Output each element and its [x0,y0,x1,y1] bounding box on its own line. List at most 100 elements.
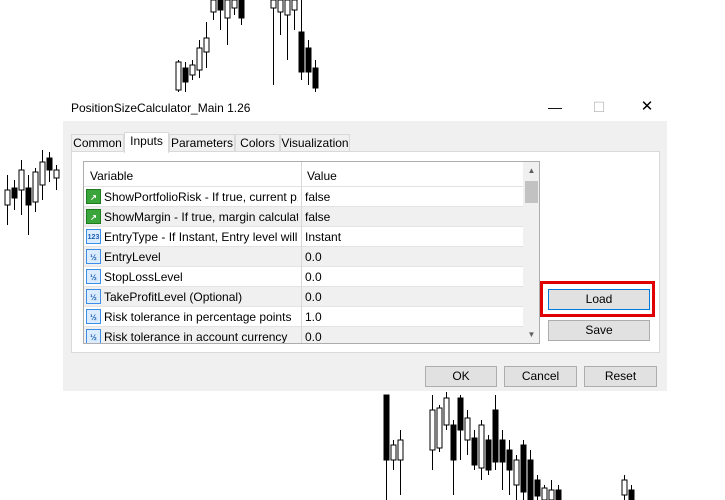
candle-body [485,439,492,471]
candle-body [429,409,436,451]
input-parameters-dialog: PositionSizeCalculator_Main 1.26 — ☐ ✕ C… [62,92,668,392]
candle-body [312,67,319,89]
grid-header: Variable Value [84,162,523,186]
variable-name: EntryLevel [104,250,161,264]
reset-button[interactable]: Reset [584,366,657,387]
variable-name: Risk tolerance in percentage points [104,310,292,324]
candle-body [305,47,312,73]
close-icon[interactable]: ✕ [633,97,661,117]
variable-value[interactable]: Instant [305,230,341,244]
variable-value[interactable]: false [305,190,330,204]
candle-body [478,424,485,469]
candle-body [11,187,18,199]
candle-body [182,67,189,83]
inputs-panel: Variable Value ↗ ShowPortfolioRisk - If … [71,151,660,353]
variable-value[interactable]: 0.0 [305,250,322,264]
tab-colors[interactable]: Colors [235,134,280,152]
candle-body [203,37,210,53]
candle-body [224,0,231,19]
candle-body [464,417,471,441]
variable-value[interactable]: false [305,210,330,224]
load-button-highlight [540,281,655,317]
table-row[interactable]: ½ Risk tolerance in percentage points 1.… [84,306,523,326]
candle-body [217,0,224,11]
candle-body [210,0,217,13]
variable-name: EntryType - If Instant, Entry level will… [104,230,298,244]
scroll-down-icon[interactable]: ▼ [523,326,539,343]
variable-value[interactable]: 1.0 [305,310,322,324]
candle-body [238,0,245,19]
scrollbar-thumb[interactable] [525,181,538,203]
candle-body [397,439,404,461]
table-row[interactable]: ½ Risk tolerance in account currency 0.0 [84,326,523,344]
double-icon: ½ [86,289,101,304]
candle-body [457,397,464,431]
candle-body [298,31,305,73]
candle-body [270,0,277,9]
column-header-value[interactable]: Value [307,169,337,183]
candle-body [284,0,291,16]
table-row[interactable]: ½ TakeProfitLevel (Optional) 0.0 [84,286,523,306]
table-row[interactable]: ↗ ShowMargin - If true, margin calculati… [84,206,523,226]
table-row[interactable]: ½ StopLossLevel 0.0 [84,266,523,286]
inputs-grid[interactable]: Variable Value ↗ ShowPortfolioRisk - If … [83,161,540,344]
candle-body [39,161,46,186]
bool-icon: ↗ [86,189,101,204]
candle-body [175,61,182,91]
tab-inputs[interactable]: Inputs [124,132,169,153]
candle-body [390,444,397,461]
candle-body [621,479,628,496]
table-row[interactable]: ½ EntryLevel 0.0 [84,246,523,266]
candle-body [520,444,527,493]
vertical-scrollbar[interactable]: ▲ ▼ [523,162,539,343]
candle-body [18,169,25,191]
save-button[interactable]: Save [548,320,650,341]
candle-body [196,47,203,71]
variable-name: Risk tolerance in account currency [104,330,288,344]
candle-body [231,0,238,9]
title-bar[interactable]: PositionSizeCalculator_Main 1.26 — ☐ ✕ [63,93,667,121]
candle-body [189,64,196,76]
candle-body [506,449,513,471]
tab-parameters[interactable]: Parameters [169,134,235,152]
table-row[interactable]: ↗ ShowPortfolioRisk - If true, current p… [84,186,523,206]
table-row[interactable]: 123 EntryType - If Instant, Entry level … [84,226,523,246]
candle-body [277,0,284,13]
variable-name: ShowMargin - If true, margin calculati..… [104,210,298,224]
column-divider[interactable] [301,162,302,343]
candle-body [628,489,635,500]
candle-body [541,487,548,500]
scroll-up-icon[interactable]: ▲ [523,162,539,179]
variable-value[interactable]: 0.0 [305,330,322,343]
candle-body [443,397,450,426]
variable-name: TakeProfitLevel (Optional) [104,290,243,304]
candle-body [492,409,499,463]
maximize-icon: ☐ [592,99,606,115]
variable-value[interactable]: 0.0 [305,290,322,304]
candle-body [450,424,457,461]
cancel-button[interactable]: Cancel [504,366,577,387]
tab-visualization[interactable]: Visualization [280,134,350,152]
double-icon: ½ [86,249,101,264]
window-title: PositionSizeCalculator_Main 1.26 [71,101,251,115]
candle-body [291,0,298,11]
candle-body [4,189,11,206]
candle-body [527,459,534,500]
variable-name: ShowPortfolioRisk - If true, current p..… [104,190,298,204]
column-header-variable[interactable]: Variable [90,169,133,183]
tab-common[interactable]: Common [71,134,124,152]
candle-body [471,437,478,466]
candle-body [499,439,506,463]
minimize-icon[interactable]: — [541,97,569,117]
double-icon: ½ [86,269,101,284]
candle-body [25,187,32,206]
candle-body [548,489,555,500]
variable-value[interactable]: 0.0 [305,270,322,284]
ok-button[interactable]: OK [425,366,497,387]
candle-body [436,407,443,449]
double-icon: ½ [86,309,101,324]
variable-name: StopLossLevel [104,270,183,284]
enum-icon: 123 [86,229,101,244]
candle-body [555,489,562,500]
candle-body [513,459,520,486]
